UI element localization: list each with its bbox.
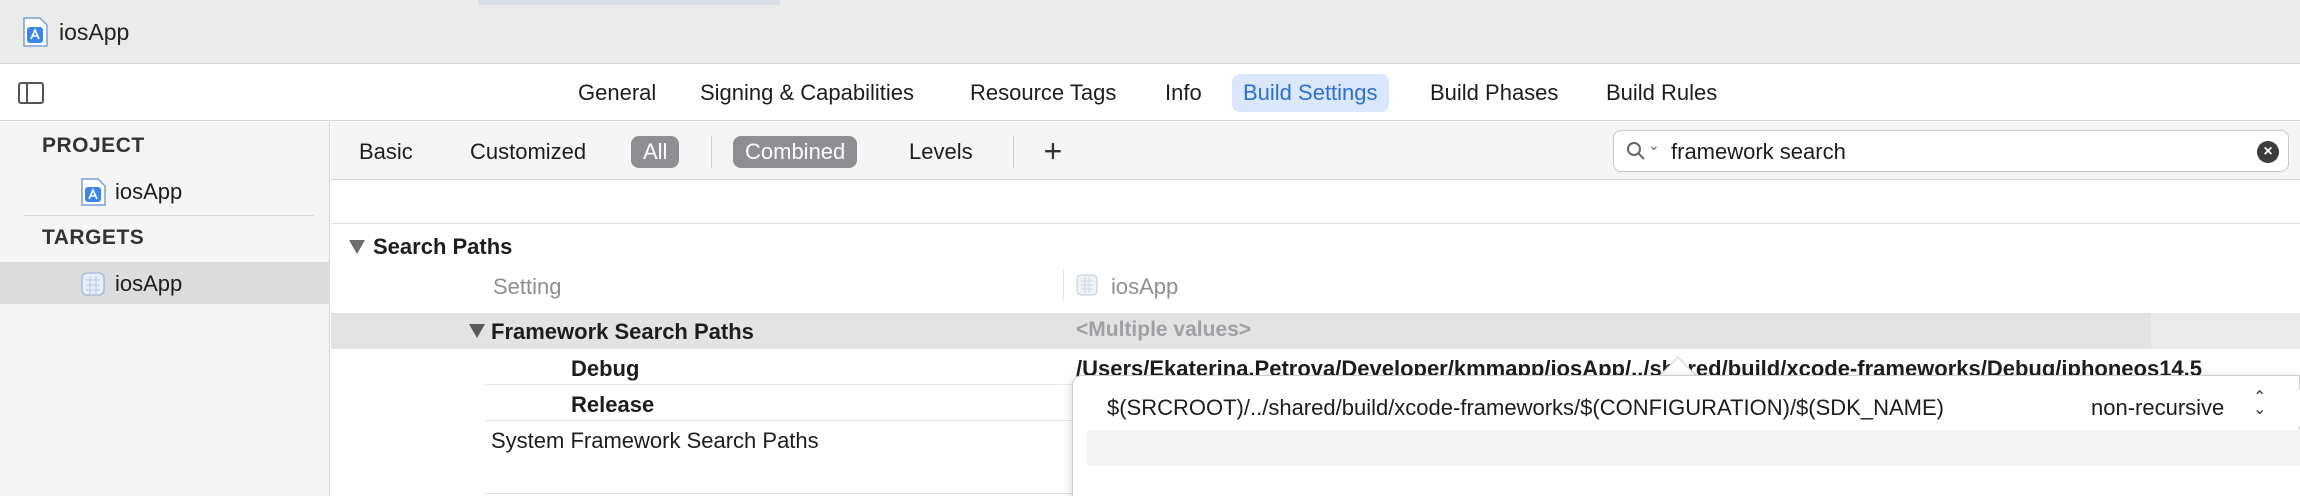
section-title: Search Paths	[373, 234, 513, 259]
search-field[interactable]: ⌄ ×	[1613, 130, 2289, 172]
project-item-iosapp[interactable]: iosApp	[0, 170, 330, 212]
project-header: PROJECT	[42, 134, 145, 157]
configuration-name: Release	[571, 392, 655, 417]
window-tab-indicator[interactable]	[478, 0, 780, 5]
title-bar: iosApp	[0, 0, 2300, 64]
add-setting-button[interactable]: +	[1037, 135, 1069, 169]
chevron-down-icon[interactable]: ⌄	[1648, 137, 1660, 154]
app-target-icon	[81, 272, 105, 296]
filter-combined[interactable]: Combined	[733, 136, 858, 168]
clear-search-icon[interactable]: ×	[2257, 141, 2279, 163]
project-file-icon	[81, 178, 106, 206]
target-item-iosapp[interactable]: iosApp	[0, 262, 330, 304]
navigator-divider	[24, 215, 314, 216]
tab-build-settings[interactable]: Build Settings	[1232, 74, 1389, 112]
app-target-icon	[1076, 274, 1098, 296]
setting-name: System Framework Search Paths	[491, 428, 819, 453]
tab-info[interactable]: Info	[1154, 74, 1213, 112]
recursive-select[interactable]: non-recursive	[2091, 395, 2224, 421]
tab-general[interactable]: General	[567, 74, 667, 112]
setting-row-framework-search-paths[interactable]: Framework Search Paths <Multiple values>	[331, 313, 2300, 349]
filter-customized[interactable]: Customized	[470, 136, 586, 168]
configuration-name: Debug	[571, 356, 640, 381]
path-list-row[interactable]	[1087, 430, 2300, 466]
app-document-icon	[23, 17, 48, 47]
tab-signing-capabilities[interactable]: Signing & Capabilities	[689, 74, 925, 112]
path-list-row[interactable]	[1087, 466, 2300, 496]
row-trailing-area	[2151, 313, 2300, 349]
filter-separator	[1013, 136, 1014, 168]
search-icon	[1627, 142, 1645, 160]
tab-resource-tags[interactable]: Resource Tags	[959, 74, 1127, 112]
target-item-label: iosApp	[115, 271, 183, 296]
setting-value[interactable]: <Multiple values>	[1076, 318, 1251, 342]
editor-tab-bar: General Signing & Capabilities Resource …	[0, 65, 2300, 121]
disclosure-triangle-icon[interactable]	[349, 240, 365, 254]
column-divider	[1063, 270, 1064, 300]
column-header-target: iosApp	[1111, 274, 1179, 299]
build-settings-filter-bar: Basic Customized All Combined Levels + ⌄…	[331, 122, 2300, 180]
filter-basic[interactable]: Basic	[359, 136, 413, 168]
path-value[interactable]: $(SRCROOT)/../shared/build/xcode-framewo…	[1107, 395, 1944, 421]
filter-all[interactable]: All	[631, 136, 680, 168]
window-title: iosApp	[59, 19, 130, 45]
disclosure-triangle-icon[interactable]	[469, 324, 485, 338]
project-navigator: PROJECT iosApp TARGETS iosApp	[0, 122, 330, 496]
search-paths-popover[interactable]: $(SRCROOT)/../shared/build/xcode-framewo…	[1072, 375, 2300, 496]
tab-build-rules[interactable]: Build Rules	[1595, 74, 1728, 112]
filter-levels[interactable]: Levels	[909, 136, 973, 168]
divider	[331, 223, 2300, 224]
up-down-chevron-icon[interactable]: ⌃ ⌄	[2253, 390, 2266, 418]
setting-name: Framework Search Paths	[491, 319, 754, 344]
targets-header: TARGETS	[42, 226, 145, 249]
tab-build-phases[interactable]: Build Phases	[1419, 74, 1569, 112]
column-header-setting: Setting	[493, 274, 562, 299]
filter-separator	[711, 136, 712, 168]
search-input[interactable]	[1671, 138, 2231, 166]
project-item-label: iosApp	[115, 179, 183, 204]
sidebar-toggle-icon[interactable]	[18, 82, 44, 104]
